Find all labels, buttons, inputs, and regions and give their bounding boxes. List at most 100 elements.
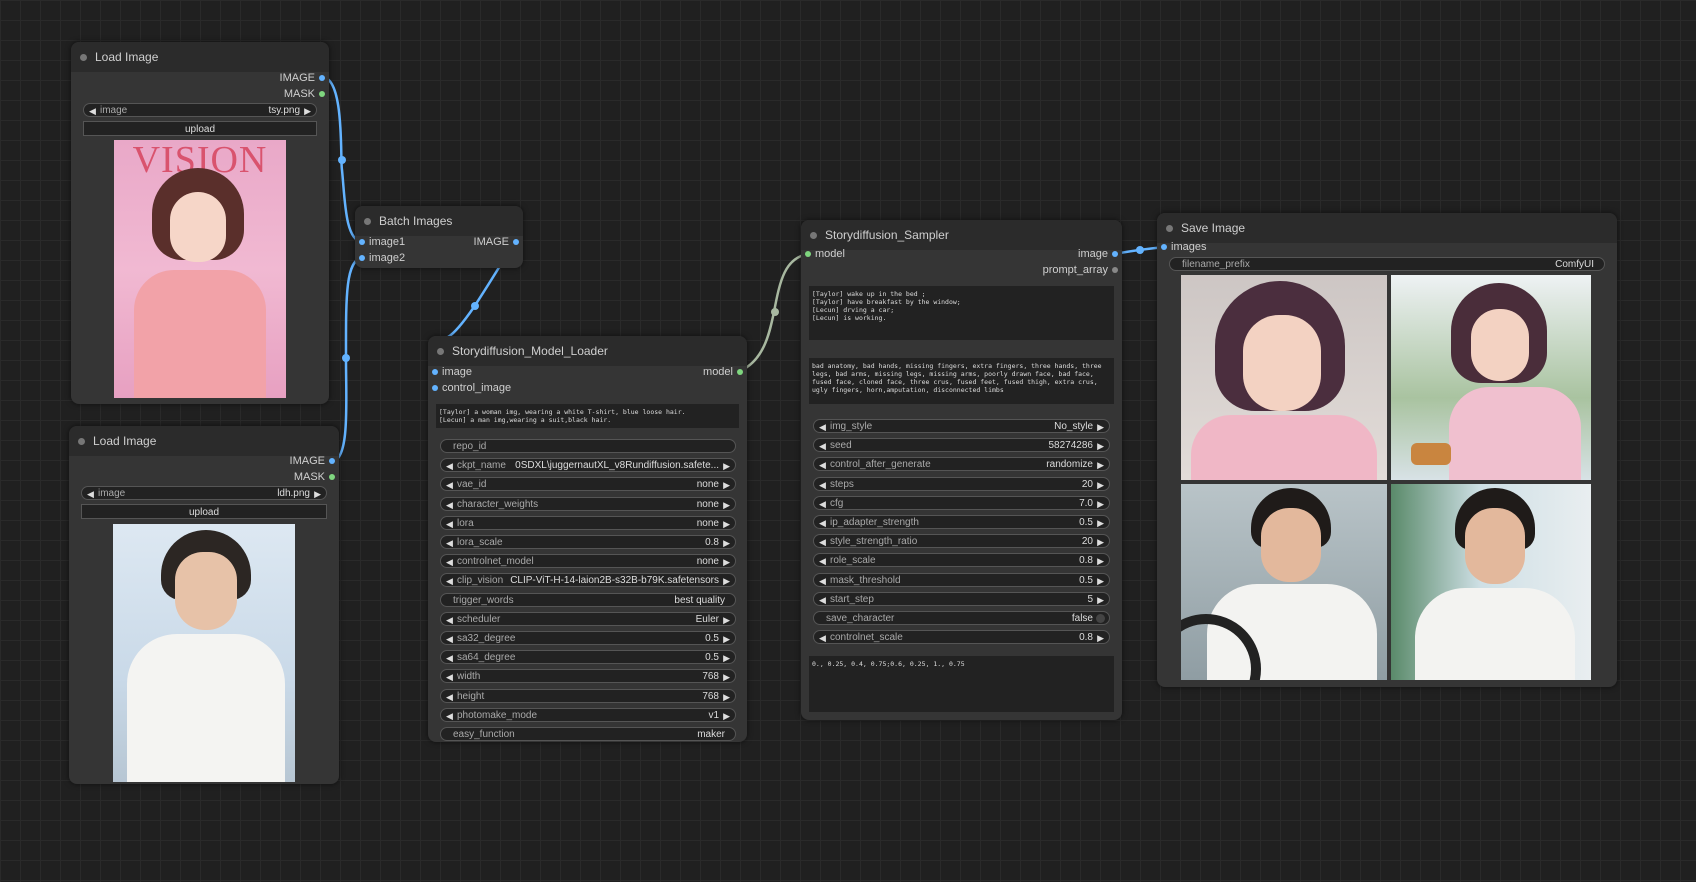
output-image[interactable]: IMAGE [474,235,523,249]
widget-controlnet-scale[interactable]: ◀ controlnet_scale 0.8 ▶ [813,630,1110,645]
arrow-left-icon[interactable]: ◀ [446,574,453,588]
arrow-left-icon[interactable]: ◀ [819,593,826,607]
input-images[interactable]: images [1157,240,1206,254]
arrow-left-icon[interactable]: ◀ [819,516,826,530]
arrow-left-icon[interactable]: ◀ [446,670,453,684]
output-image[interactable]: image [1078,247,1122,261]
scene-prompt-textarea[interactable]: [Taylor] wake up in the bed ; [Taylor] h… [809,286,1114,340]
widget-cfg[interactable]: ◀ cfg 7.0 ▶ [813,495,1110,511]
widget-clip-vision[interactable]: ◀ clip_vision CLIP-ViT-H-14-laion2B-s32B-b… [440,573,736,588]
output-pin-icon[interactable] [1112,267,1118,274]
output-pin-icon[interactable] [1112,251,1118,258]
arrow-right-icon[interactable]: ▶ [1097,516,1104,530]
arrow-left-icon[interactable]: ◀ [446,709,453,723]
arrow-right-icon[interactable]: ▶ [1097,574,1104,588]
collapse-dot-icon[interactable] [810,232,817,239]
image-combo[interactable]: ◀ image ldh.png ▶ [81,486,327,500]
input-image1[interactable]: image1 [355,235,405,249]
output-mask[interactable]: MASK [284,87,329,101]
node-title[interactable]: Storydiffusion_Model_Loader [428,336,747,366]
arrow-left-icon[interactable]: ◀ [819,497,826,511]
output-pin-icon[interactable] [513,239,519,246]
arrow-right-icon[interactable]: ▶ [723,670,730,684]
arrow-left-icon[interactable]: ◀ [446,517,453,531]
widget-repo-id[interactable]: repo_id [440,439,736,453]
output-pin-icon[interactable] [737,369,743,376]
upload-button[interactable]: upload [83,121,317,136]
widget-character-weights[interactable]: ◀ character_weights none ▶ [440,496,736,512]
collapse-dot-icon[interactable] [437,348,444,355]
widget-control-after-generate[interactable]: ◀ control_after_generate randomize ▶ [813,457,1110,472]
arrow-right-icon[interactable]: ▶ [723,498,730,512]
widget-height[interactable]: ◀ height 768 ▶ [440,688,736,704]
arrow-right-icon[interactable]: ▶ [723,555,730,569]
output-pin-icon[interactable] [319,91,325,98]
arrow-right-icon[interactable]: ▶ [1097,439,1104,453]
arrow-left-icon[interactable]: ◀ [819,535,826,549]
widget-width[interactable]: ◀ width 768 ▶ [440,669,736,684]
node-model-loader[interactable]: Storydiffusion_Model_Loader image contro… [428,336,747,742]
node-title[interactable]: Save Image [1157,213,1617,243]
collapse-dot-icon[interactable] [78,438,85,445]
arrow-left-icon[interactable]: ◀ [446,690,453,704]
arrow-right-icon[interactable]: ▶ [723,459,730,473]
widget-vae-id[interactable]: ◀ vae_id none ▶ [440,477,736,492]
input-image[interactable]: image [428,365,472,379]
control-values-textarea[interactable]: 0., 0.25, 0.4, 0.75;0.6, 0.25, 1., 0.75 [809,656,1114,712]
collapse-dot-icon[interactable] [364,218,371,225]
input-model[interactable]: model [801,247,845,261]
filename-prefix-field[interactable]: filename_prefix ComfyUI [1169,257,1605,271]
widget-start-step[interactable]: ◀ start_step 5 ▶ [813,591,1110,607]
arrow-left-icon[interactable]: ◀ [819,439,826,453]
arrow-left-icon[interactable]: ◀ [819,478,826,492]
arrow-left-icon[interactable]: ◀ [446,498,453,512]
arrow-left-icon[interactable]: ◀ [819,458,826,472]
arrow-left-icon[interactable]: ◀ [819,574,826,588]
node-load-image-2[interactable]: Load Image IMAGE MASK ◀ image ldh.png ▶ … [69,426,339,784]
arrow-right-icon[interactable]: ▶ [723,709,730,723]
widget-mask-threshold[interactable]: ◀ mask_threshold 0.5 ▶ [813,572,1110,588]
arrow-right-icon[interactable]: ▶ [723,517,730,531]
node-title[interactable]: Storydiffusion_Sampler [801,220,1122,250]
widget-easy-function[interactable]: easy_function maker [440,727,736,741]
widget-save-character[interactable]: save_character false [813,611,1110,625]
arrow-left-icon[interactable]: ◀ [446,478,453,492]
image-combo[interactable]: ◀ image tsy.png ▶ [83,103,317,117]
output-image-4[interactable] [1391,484,1591,680]
widget-style-strength-ratio[interactable]: ◀ style_strength_ratio 20 ▶ [813,534,1110,549]
toggle-knob-icon[interactable] [1096,614,1105,623]
arrow-right-icon[interactable]: ▶ [723,690,730,704]
arrow-right-icon[interactable]: ▶ [723,536,730,550]
output-image-3[interactable] [1181,484,1387,680]
arrow-right-icon[interactable]: ▶ [314,487,321,501]
arrow-right-icon[interactable]: ▶ [723,613,730,627]
arrow-right-icon[interactable]: ▶ [723,632,730,646]
arrow-right-icon[interactable]: ▶ [304,104,311,118]
input-control-image[interactable]: control_image [428,381,511,395]
widget-ip-adapter-strength[interactable]: ◀ ip_adapter_strength 0.5 ▶ [813,515,1110,529]
arrow-right-icon[interactable]: ▶ [1097,458,1104,472]
arrow-right-icon[interactable]: ▶ [1097,420,1104,434]
arrow-left-icon[interactable]: ◀ [89,104,96,118]
arrow-right-icon[interactable]: ▶ [1097,631,1104,645]
arrow-right-icon[interactable]: ▶ [723,574,730,588]
widget-img-style[interactable]: ◀ img_style No_style ▶ [813,419,1110,433]
input-pin-icon[interactable] [805,251,811,258]
node-title[interactable]: Load Image [69,426,339,456]
widget-lora-scale[interactable]: ◀ lora_scale 0.8 ▶ [440,535,736,549]
input-pin-icon[interactable] [359,239,365,246]
node-sampler[interactable]: Storydiffusion_Sampler model image promp… [801,220,1122,720]
arrow-right-icon[interactable]: ▶ [1097,554,1104,568]
arrow-left-icon[interactable]: ◀ [446,536,453,550]
node-title[interactable]: Batch Images [355,206,523,236]
arrow-right-icon[interactable]: ▶ [1097,593,1104,607]
collapse-dot-icon[interactable] [1166,225,1173,232]
input-pin-icon[interactable] [432,385,438,392]
output-pin-icon[interactable] [319,75,325,82]
arrow-left-icon[interactable]: ◀ [446,613,453,627]
output-prompt-array[interactable]: prompt_array [1043,263,1122,277]
widget-photomake-mode[interactable]: ◀ photomake_mode v1 ▶ [440,707,736,723]
widget-steps[interactable]: ◀ steps 20 ▶ [813,476,1110,492]
input-pin-icon[interactable] [1161,244,1167,251]
widget-role-scale[interactable]: ◀ role_scale 0.8 ▶ [813,553,1110,568]
